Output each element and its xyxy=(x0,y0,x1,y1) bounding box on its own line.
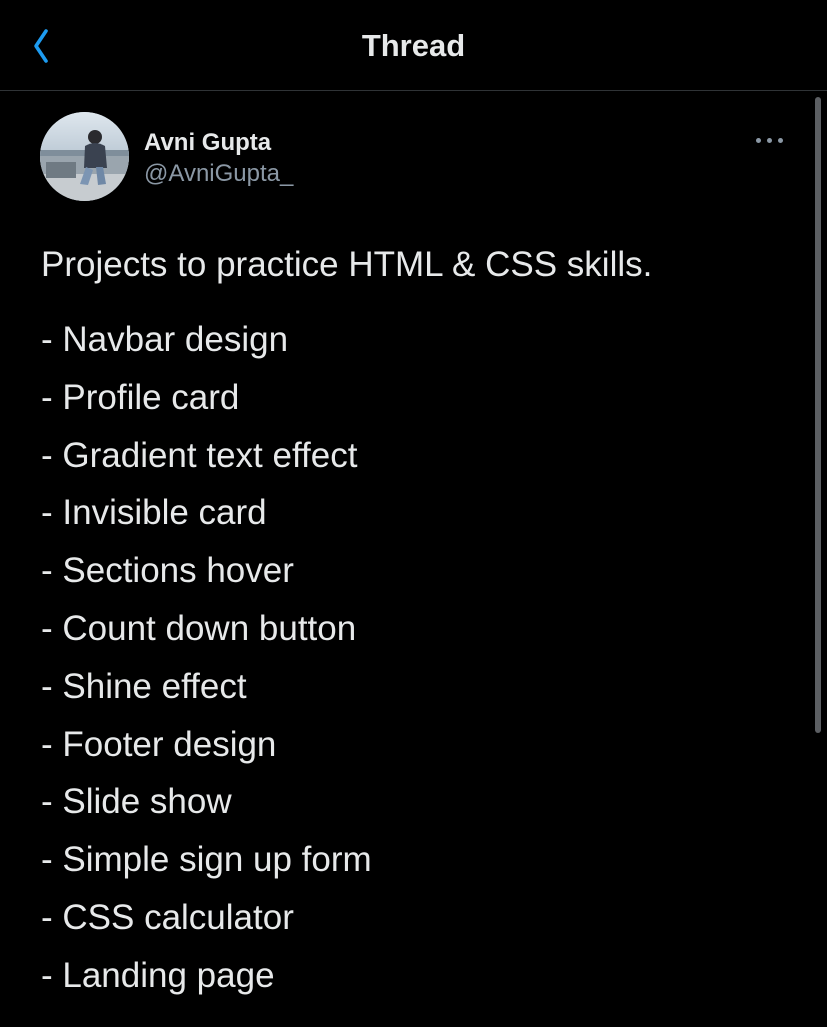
list-item: - Footer design xyxy=(41,724,277,764)
list-item: - Invisible card xyxy=(41,493,267,533)
list-item: - Shine effect xyxy=(41,666,247,706)
author-name[interactable]: Avni Gupta xyxy=(144,129,271,157)
list-item: - Simple sign up form xyxy=(41,840,372,880)
more-horizontal-icon xyxy=(756,138,761,143)
list-item: - Count down button xyxy=(41,608,357,648)
list-item: - Slide show xyxy=(41,782,232,822)
list-item: - CSS calculator xyxy=(41,897,294,937)
list-item: - Landing page xyxy=(41,955,275,995)
scrollbar[interactable] xyxy=(815,97,821,733)
list-item: - Gradient text effect xyxy=(41,435,358,475)
page-title: Thread xyxy=(361,28,466,63)
avatar[interactable] xyxy=(40,112,129,201)
tweet-text: Projects to practice HTML & CSS skills. … xyxy=(41,241,781,1005)
list-item: - Sections hover xyxy=(41,551,294,591)
author-handle[interactable]: @AvniGupta_ xyxy=(144,160,293,188)
top-bar: Thread xyxy=(0,0,827,91)
thread-screen: Thread Avni Gupta @AvniGupta_ Projects t… xyxy=(0,0,827,1027)
list-item: - Navbar design xyxy=(41,320,289,359)
tweet-intro: Projects to practice HTML & CSS skills. xyxy=(41,245,653,284)
profile-photo-icon xyxy=(40,112,129,201)
more-horizontal-icon xyxy=(767,138,772,143)
more-horizontal-icon xyxy=(778,138,783,143)
list-item: - Profile card xyxy=(41,377,240,417)
more-options-button[interactable] xyxy=(753,131,787,151)
